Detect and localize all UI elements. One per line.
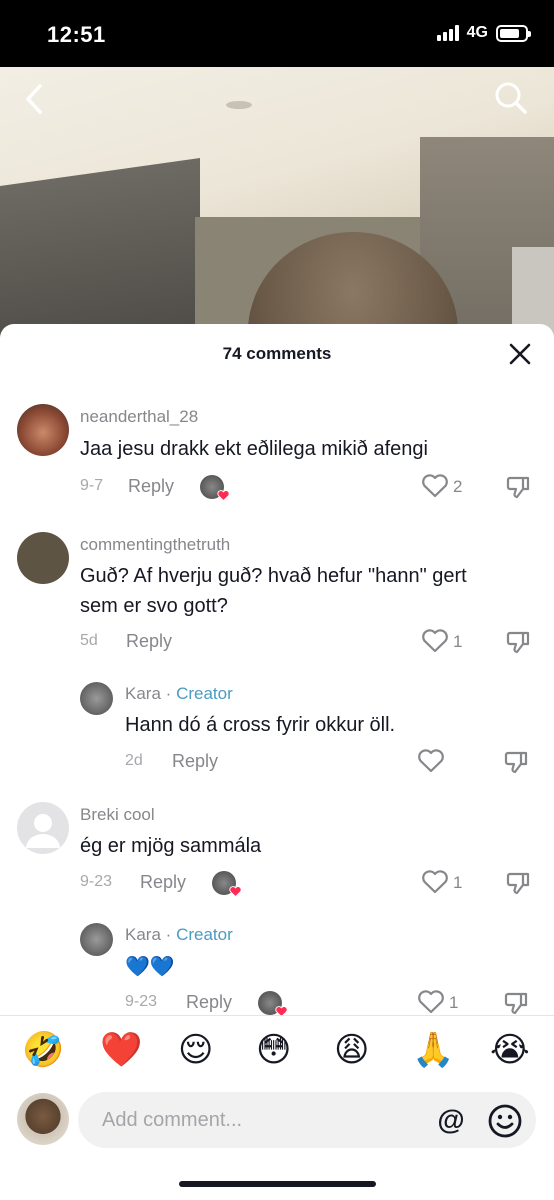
like-count: 1 [453, 873, 463, 892]
reply-button[interactable]: Reply [128, 476, 174, 497]
emoji-relieved[interactable]: 😌 [178, 1030, 213, 1070]
default-avatar-icon[interactable] [17, 802, 69, 854]
avatar[interactable] [80, 682, 113, 715]
comment-text-line-1: Guð? Af hverju guð? hvað hefur "hann" ge… [80, 565, 467, 587]
separator-dot: · [165, 925, 172, 944]
heart-outline-icon[interactable] [421, 628, 449, 654]
thumbs-down-icon[interactable] [506, 474, 532, 500]
comment-username[interactable]: neanderthal_28 [80, 407, 198, 427]
reply-text: Hann dó á cross fyrir okkur öll. [125, 714, 396, 736]
reply-button[interactable]: Reply [186, 992, 232, 1013]
reply-date: 9-23 [125, 993, 158, 1010]
thumbs-down-icon[interactable] [506, 870, 532, 896]
emoji-weary[interactable]: 😩 [334, 1030, 369, 1070]
reply-username[interactable]: Kara · Creator [125, 925, 233, 945]
creator-badge: Creator [176, 925, 233, 944]
creator-name[interactable]: Kara [125, 684, 161, 703]
comment-date: 9-23 [80, 873, 113, 890]
creator-liked-badge [258, 991, 288, 1018]
emoji-pray[interactable]: 🙏 [412, 1030, 454, 1070]
heart-outline-icon[interactable] [421, 869, 449, 895]
network-label: 4G [466, 24, 488, 41]
creator-liked-badge [212, 871, 242, 898]
heart-icon [217, 490, 230, 502]
smile-icon[interactable] [487, 1103, 523, 1139]
creator-badge: Creator [176, 684, 233, 703]
avatar[interactable] [17, 532, 69, 584]
comment-username[interactable]: commentingthetruth [80, 535, 230, 555]
signal-icon [436, 25, 459, 41]
search-icon[interactable] [493, 80, 529, 116]
battery-icon [496, 24, 531, 42]
mention-at-button[interactable]: @ [434, 1104, 468, 1138]
reply-button[interactable]: Reply [126, 631, 172, 652]
reply-date: 2d [125, 752, 143, 769]
avatar[interactable] [17, 404, 69, 456]
creator-name[interactable]: Kara [125, 925, 161, 944]
emoji-flushed[interactable]: 😳 [256, 1030, 291, 1070]
thumbs-down-icon[interactable] [504, 990, 530, 1016]
reply-button[interactable]: Reply [140, 872, 186, 893]
comments-count-title: 74 comments [222, 344, 332, 363]
close-icon[interactable] [507, 341, 533, 367]
comment-username[interactable]: Breki cool [80, 805, 155, 825]
heart-outline-icon[interactable] [417, 748, 445, 774]
my-avatar[interactable] [17, 1093, 69, 1145]
emoji-sob[interactable]: 😭 [490, 1030, 530, 1070]
emoji-rofl[interactable]: 🤣 [22, 1030, 64, 1070]
thumbs-down-icon[interactable] [506, 629, 532, 655]
status-indicators: 4G [436, 24, 531, 42]
home-indicator[interactable] [179, 1181, 376, 1187]
reply-username[interactable]: Kara · Creator [125, 684, 233, 704]
back-chevron-icon[interactable] [20, 82, 50, 116]
like-count: 1 [449, 993, 459, 1012]
comment-date: 5d [80, 632, 98, 649]
video-preview [0, 67, 554, 357]
heart-outline-icon[interactable] [417, 989, 445, 1015]
emoji-heart[interactable]: ❤️ [100, 1030, 142, 1070]
separator-dot: · [165, 684, 172, 703]
comment-text-line-2: sem er svo gott? [80, 595, 228, 617]
thumbs-down-icon[interactable] [504, 749, 530, 775]
reply-text: 💙💙 [125, 954, 175, 978]
like-count: 1 [453, 632, 463, 651]
comment-input-row: @ [0, 1091, 554, 1161]
comment-text: Jaa jesu drakk ekt eðlilega mikið afengi [80, 438, 428, 460]
status-time: 12:51 [47, 22, 106, 47]
heart-icon [229, 886, 242, 898]
avatar[interactable] [80, 923, 113, 956]
comment-text: ég er mjög sammála [80, 835, 262, 857]
status-bar: 12:51 4G [0, 0, 554, 67]
like-count: 2 [453, 477, 463, 496]
heart-outline-icon[interactable] [421, 473, 449, 499]
creator-liked-badge [200, 475, 230, 502]
reply-button[interactable]: Reply [172, 751, 218, 772]
comment-date: 9-7 [80, 477, 104, 494]
emoji-quick-bar: 🤣 ❤️ 😌 😳 😩 🙏 😭 [0, 1015, 554, 1091]
